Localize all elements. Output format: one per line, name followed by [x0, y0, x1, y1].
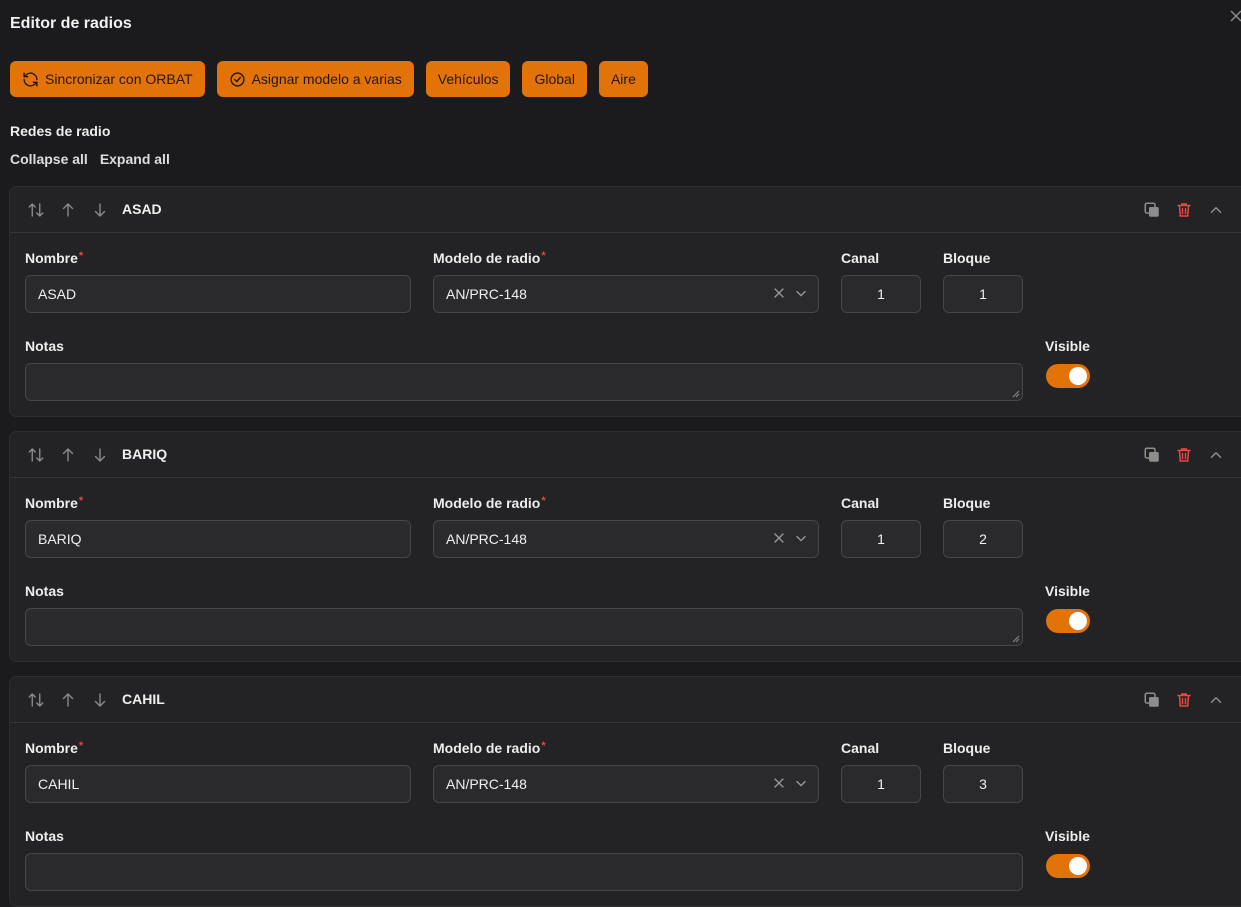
arrow-up-icon[interactable] [58, 445, 78, 465]
block-input[interactable]: 3 [943, 765, 1023, 803]
channel-label: Canal [841, 495, 880, 511]
clear-icon[interactable] [772, 531, 786, 545]
copy-icon[interactable] [1142, 200, 1162, 220]
arrow-up-icon[interactable] [58, 690, 78, 710]
name-input[interactable]: CAHIL [25, 765, 411, 803]
global-button[interactable]: Global [522, 61, 587, 97]
card-title: ASAD [122, 201, 162, 217]
sync-orbat-label: Sincronizar con ORBAT [45, 71, 193, 87]
clear-icon[interactable] [772, 776, 786, 790]
name-label: Nombre* [25, 740, 84, 756]
notes-textarea[interactable] [25, 608, 1023, 646]
notes-label: Notas [25, 583, 64, 599]
model-label: Modelo de radio* [433, 740, 546, 756]
arrow-up-icon[interactable] [58, 200, 78, 220]
trash-icon[interactable] [1174, 200, 1194, 220]
close-icon[interactable] [1228, 8, 1241, 26]
reorder-icon[interactable] [26, 200, 46, 220]
chevron-down-icon[interactable] [794, 286, 808, 300]
notes-textarea[interactable] [25, 363, 1023, 401]
clear-icon[interactable] [772, 286, 786, 300]
channel-label: Canal [841, 740, 880, 756]
visible-toggle[interactable] [1046, 609, 1090, 633]
toggle-knob [1069, 612, 1087, 630]
visible-toggle[interactable] [1046, 854, 1090, 878]
sync-icon [23, 71, 38, 87]
toggle-knob [1069, 367, 1087, 385]
vehicles-label: Vehículos [437, 71, 499, 87]
card-title: CAHIL [122, 691, 165, 707]
channel-input[interactable]: 1 [841, 275, 921, 313]
arrow-down-icon[interactable] [90, 200, 110, 220]
block-input[interactable]: 1 [943, 275, 1023, 313]
name-input[interactable]: ASAD [25, 275, 411, 313]
model-select[interactable]: AN/PRC-148 [433, 275, 819, 313]
trash-icon[interactable] [1174, 690, 1194, 710]
visible-label: Visible [1045, 338, 1090, 354]
chevron-up-icon[interactable] [1206, 690, 1226, 710]
sync-orbat-button[interactable]: Sincronizar con ORBAT [10, 61, 205, 97]
card-header: CAHIL [10, 677, 1241, 723]
radio-net-card: CAHIL Nombre* CAHIL Modelo de radio* AN/… [9, 676, 1241, 907]
global-label: Global [534, 71, 575, 87]
expand-controls: Collapse all Expand all [10, 151, 170, 167]
arrow-down-icon[interactable] [90, 445, 110, 465]
card-header: ASAD [10, 187, 1241, 233]
arrow-down-icon[interactable] [90, 690, 110, 710]
visible-label: Visible [1045, 583, 1090, 599]
card-header: BARIQ [10, 432, 1241, 478]
expand-all-link[interactable]: Expand all [100, 151, 170, 167]
card-title: BARIQ [122, 446, 168, 462]
assign-model-label: Asignar modelo a varias [251, 71, 402, 87]
copy-icon[interactable] [1142, 445, 1162, 465]
model-select[interactable]: AN/PRC-148 [433, 765, 819, 803]
radio-net-card: ASAD Nombre* ASAD Modelo de radio* AN/PR… [9, 186, 1241, 417]
visible-toggle[interactable] [1046, 364, 1090, 388]
resize-grip-icon[interactable] [1012, 390, 1020, 398]
section-title: Redes de radio [10, 123, 111, 139]
model-label: Modelo de radio* [433, 495, 546, 511]
window-title: Editor de radios [10, 15, 132, 32]
chevron-up-icon[interactable] [1206, 445, 1226, 465]
chevron-down-icon[interactable] [794, 531, 808, 545]
chevron-down-icon[interactable] [794, 776, 808, 790]
radio-net-card: BARIQ Nombre* BARIQ Modelo de radio* AN/… [9, 431, 1241, 662]
resize-grip-icon[interactable] [1012, 635, 1020, 643]
model-select[interactable]: AN/PRC-148 [433, 520, 819, 558]
notes-label: Notas [25, 828, 64, 844]
visible-label: Visible [1045, 828, 1090, 844]
toolbar: Sincronizar con ORBAT Asignar modelo a v… [10, 61, 648, 97]
notes-label: Notas [25, 338, 64, 354]
chevron-up-icon[interactable] [1206, 200, 1226, 220]
name-label: Nombre* [25, 495, 84, 511]
toggle-knob [1069, 857, 1087, 875]
block-label: Bloque [943, 495, 991, 511]
channel-input[interactable]: 1 [841, 765, 921, 803]
name-label: Nombre* [25, 250, 84, 266]
copy-icon[interactable] [1142, 690, 1162, 710]
model-label: Modelo de radio* [433, 250, 546, 266]
collapse-all-link[interactable]: Collapse all [10, 151, 88, 167]
channel-label: Canal [841, 250, 880, 266]
air-button[interactable]: Aire [598, 61, 648, 97]
reorder-icon[interactable] [26, 445, 46, 465]
trash-icon[interactable] [1174, 445, 1194, 465]
name-input[interactable]: BARIQ [25, 520, 411, 558]
block-label: Bloque [943, 250, 991, 266]
vehicles-button[interactable]: Vehículos [425, 61, 511, 97]
notes-textarea[interactable] [25, 853, 1023, 891]
check-circle-icon [229, 71, 245, 87]
air-label: Aire [610, 71, 636, 87]
reorder-icon[interactable] [26, 690, 46, 710]
assign-model-button[interactable]: Asignar modelo a varias [216, 61, 414, 97]
block-input[interactable]: 2 [943, 520, 1023, 558]
block-label: Bloque [943, 740, 991, 756]
channel-input[interactable]: 1 [841, 520, 921, 558]
